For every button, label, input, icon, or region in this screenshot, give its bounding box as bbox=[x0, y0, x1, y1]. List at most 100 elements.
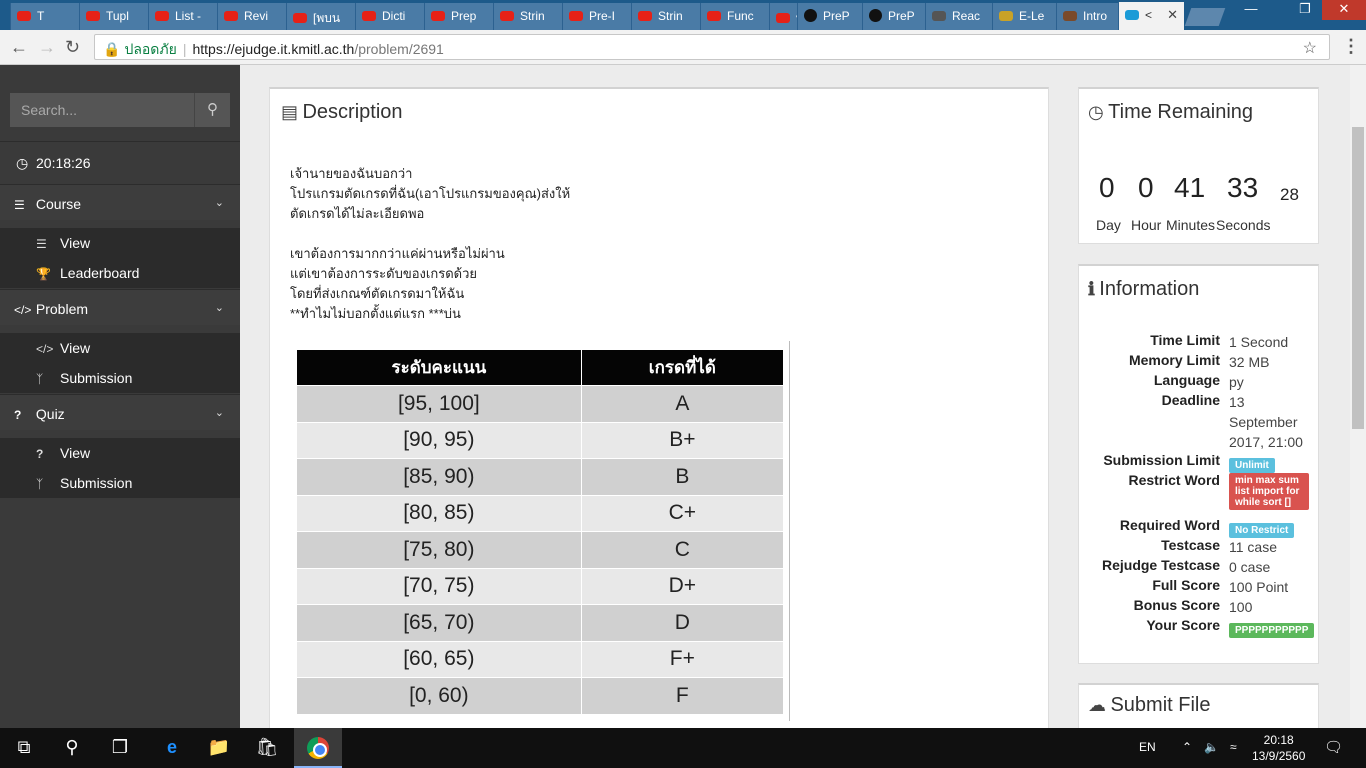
hour-label: Hour bbox=[1131, 217, 1162, 233]
time-remaining-title: Time Remaining bbox=[1108, 101, 1254, 123]
browser-tab[interactable]: Strin bbox=[631, 3, 700, 30]
new-tab-button[interactable] bbox=[1184, 8, 1226, 26]
forward-icon[interactable]: → bbox=[38, 37, 56, 58]
info-value: 32 MB bbox=[1229, 354, 1270, 370]
volume-icon[interactable]: 🔈 bbox=[1204, 740, 1219, 754]
info-key: Memory Limit bbox=[1128, 352, 1220, 368]
sidebar-item-problem-view[interactable]: </> View bbox=[0, 333, 240, 363]
browser-tab[interactable]: T bbox=[10, 3, 79, 30]
search-box[interactable]: Search... ⚲ bbox=[10, 93, 230, 127]
youtube-icon bbox=[86, 11, 100, 21]
day-label: Day bbox=[1096, 217, 1121, 233]
browser-tab[interactable]: Strin bbox=[493, 3, 562, 30]
restore-button[interactable]: ❐ bbox=[1290, 0, 1320, 20]
description-line: เจ้านายของฉันบอกว่า bbox=[290, 166, 413, 181]
close-window-button[interactable]: ✕ bbox=[1322, 0, 1366, 20]
notification-icon[interactable]: 🗨 bbox=[1324, 738, 1343, 756]
deadline-line: September bbox=[1229, 414, 1298, 430]
chevron-down-icon: ⌄ bbox=[214, 302, 224, 314]
search-input[interactable]: Search... bbox=[21, 102, 77, 118]
browser-tab[interactable]: Pre-I bbox=[562, 3, 631, 30]
language-indicator[interactable]: EN bbox=[1139, 740, 1156, 754]
grade-table: ระดับคะแนน เกรดที่ได้ [95, 100] A [90, 95… bbox=[296, 349, 785, 715]
chrome-icon bbox=[307, 737, 329, 759]
browser-tab[interactable]: [พบน bbox=[286, 3, 355, 30]
scrollbar-thumb[interactable] bbox=[1352, 127, 1364, 429]
browser-tab[interactable]: ทุกส bbox=[769, 3, 797, 30]
list-icon: ☰ bbox=[36, 237, 47, 251]
elearning-icon bbox=[999, 11, 1013, 21]
tab-active[interactable]: < ✕ bbox=[1118, 2, 1184, 30]
sidebar-item-course-view[interactable]: ☰ View bbox=[0, 228, 240, 258]
chevron-up-icon[interactable]: ⌃ bbox=[1182, 740, 1192, 754]
search-icon[interactable]: ⚲ bbox=[194, 93, 230, 127]
search-icon[interactable]: ⚲ bbox=[60, 737, 84, 758]
sidebar-item-label: View bbox=[60, 235, 91, 251]
document-icon bbox=[932, 11, 946, 21]
deadline-line: 13 bbox=[1229, 394, 1245, 410]
browser-tab[interactable]: Intro bbox=[1056, 3, 1118, 30]
browser-tab[interactable]: Reac bbox=[925, 3, 992, 30]
sidebar-item-quiz-submission[interactable]: ᛉ Submission bbox=[0, 468, 240, 498]
sidebar: Search... ⚲ ◷ 20:18:26 ☰ Course ⌄ ☰ View … bbox=[0, 65, 240, 728]
browser-tab[interactable]: Prep bbox=[424, 3, 493, 30]
address-bar[interactable]: 🔒 ปลอดภัย | https://ejudge.it.kmitl.ac.th/p… bbox=[94, 34, 1330, 60]
browser-tab[interactable]: Revi bbox=[217, 3, 286, 30]
browser-tab[interactable]: List - bbox=[148, 3, 217, 30]
minutes-value: 41 bbox=[1174, 172, 1206, 203]
intro-icon bbox=[1063, 11, 1077, 21]
status-badge: Unlimit bbox=[1229, 458, 1275, 473]
tab-label: < bbox=[1145, 8, 1153, 22]
tab-label: Dicti bbox=[382, 9, 406, 23]
sidebar-item-leaderboard[interactable]: 🏆 Leaderboard bbox=[0, 258, 240, 288]
table-row: [80, 85) C+ bbox=[296, 494, 785, 532]
submit-file-panel: ☁ Submit File bbox=[1078, 683, 1319, 728]
browser-tab[interactable]: PreP bbox=[797, 3, 862, 30]
tab-label: E-Le bbox=[1019, 9, 1045, 23]
edge-icon[interactable]: e bbox=[160, 737, 184, 758]
branch-icon: ᛉ bbox=[36, 477, 44, 491]
browser-tab[interactable]: E-Le bbox=[992, 3, 1056, 30]
browser-tab[interactable]: Tupl bbox=[79, 3, 148, 30]
browser-menu-icon[interactable]: ⋮ bbox=[1342, 36, 1360, 57]
description-panel: ▤ Description เจ้านายของฉันบอกว่า โปรแกร… bbox=[269, 87, 1049, 728]
youtube-icon bbox=[431, 11, 445, 21]
minimize-button[interactable]: — bbox=[1236, 0, 1266, 20]
tab-label: Reac bbox=[952, 9, 981, 23]
sidebar-section-course[interactable]: ☰ Course ⌄ bbox=[0, 184, 240, 220]
back-icon[interactable]: ← bbox=[10, 37, 28, 58]
file-explorer-icon[interactable]: 📁 bbox=[207, 737, 231, 758]
browser-tab[interactable]: PreP bbox=[862, 3, 925, 30]
windows-start-icon[interactable]: ⧉ bbox=[12, 737, 36, 758]
store-icon[interactable]: 🛍 bbox=[255, 737, 279, 758]
reload-icon[interactable]: ↻ bbox=[65, 37, 80, 58]
system-clock[interactable]: 20:18 13/9/2560 bbox=[1252, 732, 1305, 764]
page-scrollbar[interactable] bbox=[1350, 65, 1366, 728]
url-path: /problem/2691 bbox=[354, 41, 444, 57]
table-row: [70, 75) D+ bbox=[296, 567, 785, 605]
score-range: [90, 95) bbox=[296, 421, 582, 459]
tab-label: Func bbox=[727, 9, 754, 23]
chrome-taskbar-button[interactable] bbox=[294, 728, 342, 768]
sidebar-item-problem-submission[interactable]: ᛉ Submission bbox=[0, 363, 240, 393]
youtube-icon bbox=[362, 11, 376, 21]
table-row: [90, 95) B+ bbox=[296, 421, 785, 459]
grade: C bbox=[580, 531, 785, 569]
bookmark-star-icon[interactable]: ☆ bbox=[1303, 38, 1317, 58]
browser-tab[interactable]: Dicti bbox=[355, 3, 424, 30]
close-tab-icon[interactable]: ✕ bbox=[1167, 7, 1178, 23]
sidebar-section-problem[interactable]: </> Problem ⌄ bbox=[0, 289, 240, 325]
youtube-icon bbox=[224, 11, 238, 21]
wifi-icon[interactable]: ≈ bbox=[1230, 740, 1237, 754]
time-remaining-panel: ◷ Time Remaining 0 0 41 33 28 Day Hour M… bbox=[1078, 87, 1319, 244]
task-view-icon[interactable]: ❐ bbox=[108, 737, 132, 758]
description-line bbox=[290, 224, 570, 244]
days-value: 0 bbox=[1099, 172, 1115, 203]
browser-tab[interactable]: Func bbox=[700, 3, 769, 30]
table-row: [95, 100] A bbox=[296, 385, 785, 423]
info-key: Restrict Word bbox=[1128, 472, 1220, 488]
score-range: [0, 60) bbox=[296, 677, 582, 715]
sidebar-section-quiz[interactable]: ? Quiz ⌄ bbox=[0, 394, 240, 430]
tab-label: [พบน bbox=[313, 11, 341, 25]
sidebar-item-quiz-view[interactable]: ? View bbox=[0, 438, 240, 468]
